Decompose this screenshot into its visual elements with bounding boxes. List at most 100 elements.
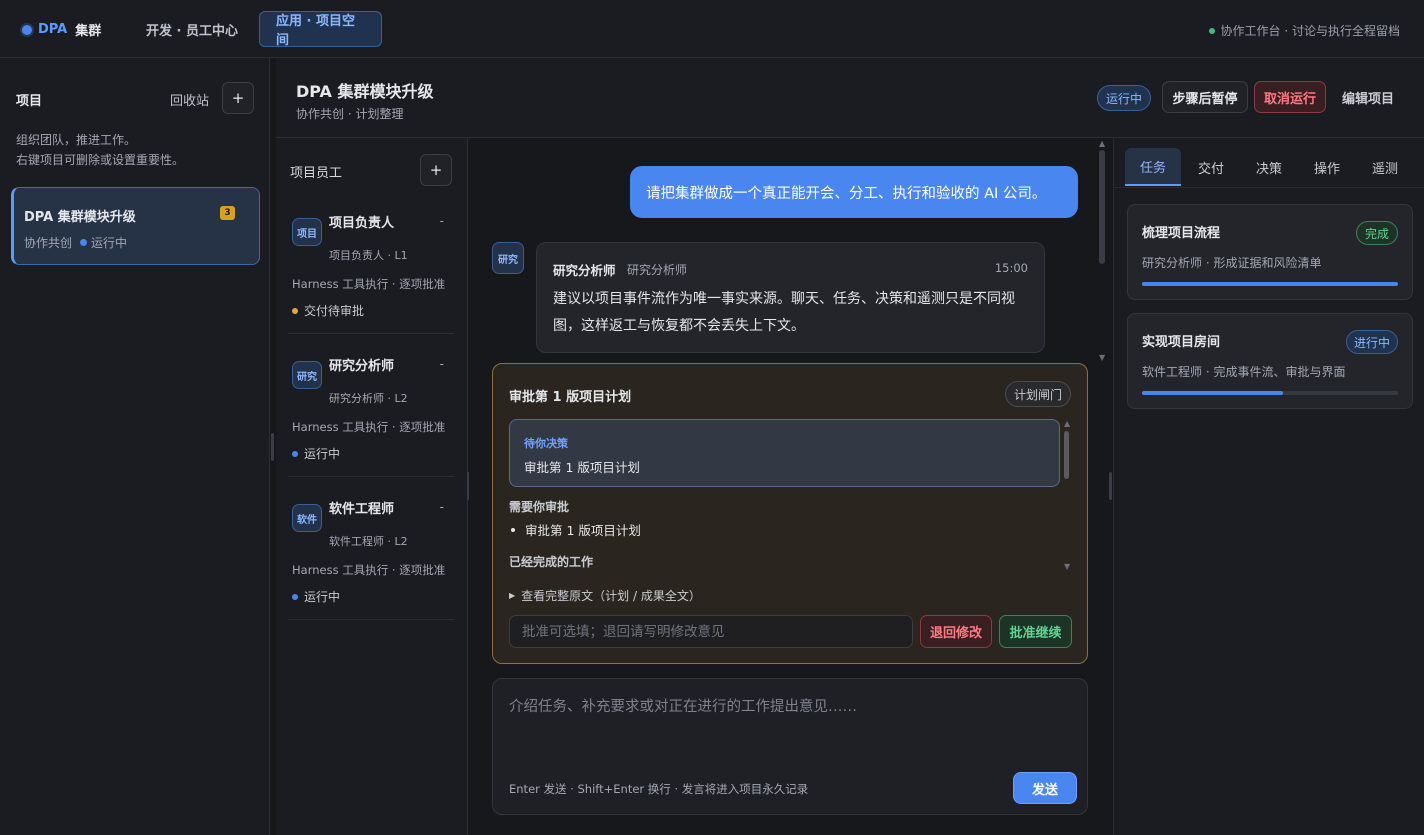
sidebar-desc-line-1: 组织团队，推进工作。 [16, 133, 137, 147]
member-state-text: 交付待审批 [304, 304, 365, 318]
tab-operations[interactable]: 操作 [1299, 148, 1355, 186]
brand-prefix: DPA [38, 22, 68, 37]
agent-message-text: 建议以项目事件流作为唯一事实来源。聊天、任务、决策和遥测只是不同视图，这样返工与… [553, 291, 1015, 334]
need-approval-heading: 需要你审批 [509, 500, 570, 514]
nav-tab-staff-center[interactable]: 开发 · 员工中心 [130, 11, 254, 47]
view-full-text-toggle[interactable]: ▶ 查看完整原文（计划 / 成果全文） [509, 587, 701, 604]
view-full-text-label: 查看完整原文（计划 / 成果全文） [521, 589, 701, 603]
task-progress-fill [1142, 282, 1398, 286]
message-input[interactable] [509, 695, 1069, 765]
member-collapse-button[interactable]: - [440, 357, 444, 371]
member-state-text: 运行中 [304, 590, 341, 604]
project-sidebar: 项目 回收站 + 组织团队，推进工作。 右键项目可删除或设置重要性。 DPA 集… [0, 58, 270, 835]
pause-after-step-button[interactable]: 步骤后暂停 [1162, 81, 1248, 113]
project-card-badge: 3 [220, 206, 235, 220]
top-bar: DPA 集群 开发 · 员工中心 应用 · 项目空间 协作工作台 · 讨论与执行… [0, 0, 1424, 58]
project-card[interactable]: DPA 集群模块升级 3 协作共创 运行中 [11, 187, 260, 265]
user-message: 请把集群做成一个真正能开会、分工、执行和验收的 AI 公司。 [630, 166, 1078, 218]
run-status-badge: 运行中 [1097, 85, 1151, 111]
member-role: 研究分析师 · L2 [329, 392, 408, 405]
tab-decisions[interactable]: 决策 [1241, 148, 1297, 186]
task-card[interactable]: 梳理项目流程 完成 研究分析师 · 形成证据和风险清单 [1127, 204, 1413, 300]
right-panel: 任务 交付 决策 操作 遥测 梳理项目流程 完成 研究分析师 · 形成证据和风险… [1113, 138, 1424, 835]
edit-project-button[interactable]: 编辑项目 [1332, 81, 1404, 113]
online-status-icon [1208, 27, 1215, 34]
sidebar-resize-handle[interactable] [271, 433, 274, 461]
member-card[interactable]: 软件 软件工程师 - 软件工程师 · L2 Harness 工具执行 · 逐项批… [288, 490, 454, 620]
task-progress-track [1142, 391, 1398, 395]
approval-card: 审批第 1 版项目计划 计划闸门 待你决策 审批第 1 版项目计划 ▲ ▼ 需要… [492, 363, 1088, 664]
send-button[interactable]: 发送 [1013, 772, 1077, 804]
task-name: 梳理项目流程 [1142, 226, 1221, 241]
message-composer: Enter 发送 · Shift+Enter 换行 · 发言将进入项目永久记录 … [492, 678, 1088, 815]
workspace-status: 协作工作台 · 讨论与执行全程留档 [1208, 22, 1400, 39]
project-card-name: DPA 集群模块升级 [24, 210, 136, 225]
need-approval-item-text: 审批第 1 版项目计划 [525, 523, 641, 538]
member-state: 运行中 [292, 445, 340, 462]
tab-telemetry[interactable]: 遥测 [1357, 148, 1413, 186]
sidebar-desc-line-2: 右键项目可删除或设置重要性。 [16, 153, 185, 167]
completed-work-heading: 已经完成的工作 [509, 555, 594, 569]
reject-revise-button[interactable]: 退回修改 [920, 615, 992, 648]
member-state-text: 运行中 [304, 447, 341, 461]
member-role: 软件工程师 · L2 [329, 535, 408, 548]
member-card[interactable]: 研究 研究分析师 - 研究分析师 · L2 Harness 工具执行 · 逐项批… [288, 347, 454, 477]
approval-scrollbar[interactable] [1064, 431, 1069, 479]
task-progress-track [1142, 282, 1398, 286]
approval-scroll-up-icon[interactable]: ▲ [1064, 419, 1070, 428]
recycle-bin-link[interactable]: 回收站 [170, 90, 209, 109]
approval-comment-input[interactable] [509, 615, 913, 648]
add-project-button[interactable]: + [222, 82, 254, 114]
approval-scroll-down-icon[interactable]: ▼ [1064, 562, 1070, 571]
brand-dot-icon [22, 24, 32, 35]
brand-logo[interactable]: DPA 集群 [22, 20, 101, 39]
member-collapse-button[interactable]: - [440, 214, 444, 228]
sidebar-description: 组织团队，推进工作。 右键项目可删除或设置重要性。 [16, 130, 184, 170]
page-subtitle: 协作共创 · 计划整理 [296, 107, 404, 121]
project-card-meta: 协作共创 运行中 [24, 234, 127, 251]
brand-suffix: 集群 [75, 24, 102, 39]
member-state: 运行中 [292, 588, 340, 605]
bullet-icon [511, 527, 515, 532]
agent-message: 研究分析师 研究分析师 15:00 建议以项目事件流作为唯一事实来源。聊天、任务… [536, 242, 1045, 353]
project-header: DPA 集群模块升级 协作共创 · 计划整理 运行中 步骤后暂停 取消运行 编辑… [276, 58, 1424, 138]
page-title: DPA 集群模块升级 [296, 82, 434, 101]
task-progress-fill [1142, 391, 1283, 395]
members-panel: 项目员工 + 项目 项目负责人 - 项目负责人 · L1 Harness 工具执… [276, 138, 468, 835]
task-description: 软件工程师 · 完成事件流、审批与界面 [1142, 365, 1346, 379]
task-description: 研究分析师 · 形成证据和风险清单 [1142, 256, 1322, 270]
nav-tab-project-space[interactable]: 应用 · 项目空间 [259, 11, 382, 48]
members-title: 项目员工 [290, 166, 343, 181]
member-collapse-button[interactable]: - [440, 500, 444, 514]
message-timestamp: 15:00 [994, 261, 1028, 275]
member-harness: Harness 工具执行 · 逐项批准 [292, 563, 446, 577]
scroll-up-arrow-icon[interactable]: ▲ [1099, 139, 1105, 148]
task-status-badge: 完成 [1356, 221, 1398, 245]
member-harness: Harness 工具执行 · 逐项批准 [292, 277, 446, 291]
tab-tasks[interactable]: 任务 [1125, 148, 1181, 186]
running-dot-icon [292, 450, 298, 457]
running-dot-icon [80, 239, 88, 246]
scroll-down-arrow-icon[interactable]: ▼ [1099, 353, 1105, 362]
agent-avatar: 研究 [492, 242, 524, 274]
decision-text: 审批第 1 版项目计划 [524, 460, 640, 475]
pending-decision-box: 待你决策 审批第 1 版项目计划 [509, 419, 1060, 487]
task-card[interactable]: 实现项目房间 进行中 软件工程师 · 完成事件流、审批与界面 [1127, 313, 1413, 409]
member-name: 研究分析师 [329, 359, 395, 374]
add-member-button[interactable]: + [420, 154, 452, 186]
cancel-run-button[interactable]: 取消运行 [1254, 81, 1326, 113]
chat-scrollbar[interactable] [1099, 150, 1105, 264]
member-role: 项目负责人 · L1 [329, 249, 408, 262]
member-harness: Harness 工具执行 · 逐项批准 [292, 420, 446, 434]
expand-triangle-icon: ▶ [509, 591, 516, 600]
composer-hint: Enter 发送 · Shift+Enter 换行 · 发言将进入项目永久记录 [509, 782, 809, 796]
approve-continue-button[interactable]: 批准继续 [999, 615, 1072, 648]
chat-resize-handle[interactable] [1109, 472, 1112, 500]
approval-title: 审批第 1 版项目计划 [509, 390, 632, 405]
project-card-status: 运行中 [91, 236, 128, 250]
right-panel-tabs: 任务 交付 决策 操作 遥测 [1114, 138, 1424, 188]
tab-deliverables[interactable]: 交付 [1183, 148, 1239, 186]
decision-label: 待你决策 [524, 437, 568, 450]
task-status-badge: 进行中 [1346, 330, 1398, 354]
member-card[interactable]: 项目 项目负责人 - 项目负责人 · L1 Harness 工具执行 · 逐项批… [288, 204, 454, 334]
